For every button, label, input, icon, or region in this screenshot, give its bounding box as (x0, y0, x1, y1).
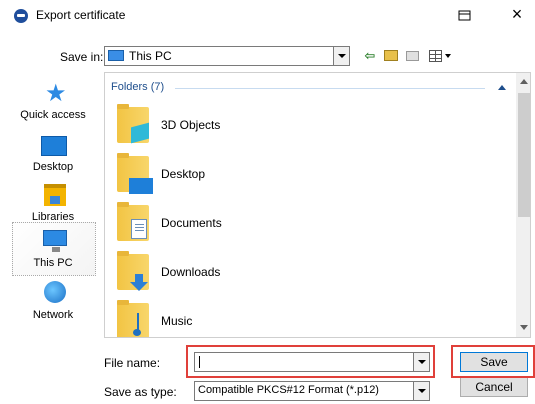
save-as-type-value: Compatible PKCS#12 Format (*.p12) (198, 384, 379, 396)
group-divider (175, 88, 485, 89)
new-folder-icon[interactable] (405, 46, 421, 66)
back-arrow-icon[interactable]: ⇦ (362, 46, 378, 66)
desktop-folder-icon (117, 153, 153, 194)
place-libraries[interactable]: Libraries (10, 178, 96, 226)
save-in-label: Save in: (60, 50, 104, 64)
star-icon: ★ (45, 80, 67, 107)
file-name-highlight (186, 345, 435, 378)
list-item[interactable]: Documents (117, 201, 477, 245)
group-header[interactable]: Folders (7) (111, 81, 164, 93)
file-name: Music (161, 314, 193, 328)
place-quick-access[interactable]: ★ Quick access (10, 76, 96, 124)
save-in-dropdown[interactable]: This PC (104, 46, 350, 66)
music-folder-icon (117, 300, 149, 337)
file-list[interactable]: Folders (7) 3D Objects Desktop Documents… (104, 72, 531, 338)
list-item[interactable]: Downloads (117, 250, 477, 294)
vertical-scrollbar[interactable] (516, 73, 530, 337)
list-item[interactable]: Desktop (117, 152, 477, 196)
chevron-up-icon[interactable] (497, 82, 507, 92)
up-folder-icon[interactable] (383, 46, 399, 66)
this-pc-icon (108, 50, 124, 61)
file-name: Documents (161, 216, 222, 230)
3d-objects-folder-icon (117, 104, 149, 144)
place-label: This PC (33, 257, 73, 269)
scroll-down-icon[interactable] (520, 325, 528, 330)
downloads-folder-icon (117, 251, 149, 291)
network-icon (44, 281, 66, 303)
save-button-highlight (451, 345, 535, 378)
chevron-down-icon[interactable] (333, 47, 349, 65)
place-label: Quick access (20, 109, 86, 121)
file-name: Downloads (161, 265, 221, 279)
place-label: Desktop (32, 161, 74, 173)
file-name-label: File name: (104, 356, 161, 370)
place-label: Network (32, 309, 74, 321)
place-desktop[interactable]: Desktop (10, 128, 96, 176)
places-bar: ★ Quick access Desktop Libraries This PC… (4, 72, 98, 338)
save-in-value: This PC (129, 49, 172, 63)
save-as-type-dropdown[interactable]: Compatible PKCS#12 Format (*.p12) (194, 381, 430, 401)
list-item[interactable]: Music (117, 299, 477, 337)
close-icon[interactable]: × (508, 5, 526, 24)
chevron-down-icon[interactable] (413, 382, 429, 400)
desktop-icon (41, 136, 67, 156)
place-network[interactable]: Network (10, 276, 96, 324)
list-item[interactable]: 3D Objects (117, 103, 477, 147)
cancel-button[interactable]: Cancel (460, 377, 528, 397)
scrollbar-thumb[interactable] (518, 93, 530, 217)
certificate-app-icon (14, 9, 28, 23)
file-name: Desktop (161, 167, 206, 181)
place-this-pc[interactable]: This PC (10, 222, 96, 276)
documents-folder-icon (117, 202, 149, 241)
this-pc-icon (43, 230, 67, 252)
restore-window-icon[interactable] (456, 6, 474, 24)
window-title: Export certificate (36, 8, 126, 22)
scroll-up-icon[interactable] (520, 79, 528, 84)
save-as-type-label: Save as type: (104, 385, 177, 399)
title-bar: Export certificate × (0, 0, 535, 31)
libraries-icon (44, 184, 66, 206)
view-menu-icon[interactable] (428, 46, 454, 66)
file-name: 3D Objects (161, 118, 221, 132)
